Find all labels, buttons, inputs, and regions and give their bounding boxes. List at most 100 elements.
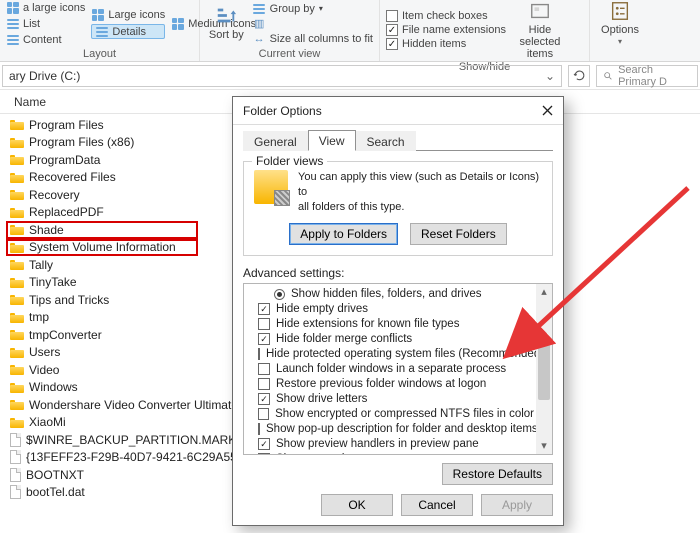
folder-views-text: You can apply this view (such as Details… [298,170,542,215]
advanced-setting-label: Launch folder windows in a separate proc… [276,363,506,375]
advanced-setting-label: Show hidden files, folders, and drives [291,288,482,300]
address-bar[interactable]: ary Drive (C:) ⌄ [2,65,562,87]
advanced-setting-label: Hide empty drives [276,303,368,315]
advanced-setting-item[interactable]: Show pop-up description for folder and d… [258,422,534,437]
advanced-settings-box: Show hidden files, folders, and drives✓H… [243,283,553,455]
layout-content[interactable]: Content [6,33,85,46]
folder-icon [10,242,24,253]
ribbon-group-layout-label: Layout [6,47,193,60]
advanced-setting-item[interactable]: Hide extensions for known file types [258,317,534,332]
dialog-footer: OK Cancel Apply [233,485,563,525]
options-icon [609,0,631,22]
dialog-title: Folder Options [243,104,322,118]
advanced-setting-item[interactable]: ✓ Hide folder merge conflicts [258,332,534,347]
sort-icon [215,5,237,27]
search-placeholder: Search Primary D [618,64,691,88]
apply-button[interactable]: Apply [481,494,553,516]
scroll-up-icon[interactable]: ▴ [536,284,552,300]
file-name: $WINRE_BACKUP_PARTITION.MARKER [26,433,253,447]
advanced-settings-label: Advanced settings: [243,266,553,280]
dialog-tabs: General View Search [243,129,553,151]
scrollbar[interactable]: ▴ ▾ [536,284,552,454]
checkbox-checked-icon: ✓ [386,38,398,50]
add-columns-button[interactable]: ▥ [253,17,373,30]
file-name: Users [29,345,60,359]
advanced-setting-label: Show status bar [276,453,358,455]
scroll-thumb[interactable] [538,344,550,400]
layout-extra-large-icons[interactable]: a large icons [6,1,85,14]
checkbox-icon [258,378,270,390]
advanced-setting-label: Show drive letters [276,393,367,405]
folder-icon [10,364,24,375]
chevron-down-icon[interactable]: ⌄ [545,69,555,83]
scroll-down-icon[interactable]: ▾ [536,438,552,454]
file-name: System Volume Information [29,240,176,254]
folder-views-icon [254,170,288,204]
advanced-setting-item[interactable]: ✓Show preview handlers in preview pane [258,437,534,452]
tab-search[interactable]: Search [356,131,416,151]
apply-to-folders-button[interactable]: Apply to Folders [289,223,398,245]
layout-list[interactable]: List [6,17,85,30]
advanced-setting-item[interactable]: ✓Hide empty drives [258,302,534,317]
hidden-items-toggle[interactable]: ✓Hidden items [386,38,506,50]
folder-icon [10,137,24,148]
folder-icon [10,277,24,288]
advanced-setting-item[interactable]: Show hidden files, folders, and drives [258,287,534,302]
options-button[interactable]: Options ▾ [596,0,644,47]
file-row[interactable]: Shade [6,221,198,239]
file-name-extensions-toggle[interactable]: ✓File name extensions [386,24,506,36]
folder-icon [10,154,24,165]
sort-by-button[interactable]: Sort by [206,5,247,41]
item-check-boxes-toggle[interactable]: Item check boxes [386,10,506,22]
ok-button[interactable]: OK [321,494,393,516]
tab-view[interactable]: View [308,130,356,151]
ribbon-group-currentview-label: Current view [206,47,373,60]
file-name: Program Files (x86) [29,135,134,149]
file-name: ProgramData [29,153,100,167]
address-path: ary Drive (C:) [9,69,80,83]
size-all-columns-button[interactable]: ↔Size all columns to fit [253,32,373,45]
restore-defaults-button[interactable]: Restore Defaults [442,463,553,485]
advanced-setting-item[interactable]: Show encrypted or compressed NTFS files … [258,407,534,422]
folder-icon [10,207,24,218]
advanced-setting-item[interactable]: Launch folder windows in a separate proc… [258,362,534,377]
folder-icon [10,382,24,393]
file-icon [10,450,21,464]
reset-folders-button[interactable]: Reset Folders [410,223,507,245]
advanced-setting-item[interactable]: Restore previous folder windows at logon [258,377,534,392]
checkbox-checked-icon: ✓ [258,333,270,345]
search-input[interactable]: Search Primary D [596,65,698,87]
layout-details[interactable]: Details [91,24,165,39]
file-name: tmpConverter [29,328,102,342]
advanced-setting-label: Hide folder merge conflicts [276,333,412,345]
file-name: Recovery [29,188,80,202]
advanced-setting-item[interactable]: Hide protected operating system files (R… [258,347,534,362]
folder-options-dialog: Folder Options General View Search Folde… [232,96,564,526]
advanced-setting-item[interactable]: ✓Show drive letters [258,392,534,407]
checkbox-checked-icon: ✓ [386,24,398,36]
checkbox-icon [258,348,260,360]
file-icon [10,485,21,499]
checkbox-icon [258,363,270,375]
refresh-button[interactable] [568,65,590,87]
cancel-button[interactable]: Cancel [401,494,473,516]
file-name: ReplacedPDF [29,205,104,219]
dialog-titlebar[interactable]: Folder Options [233,97,563,125]
close-button[interactable] [537,101,557,121]
ribbon: a large icons List Content Large icons D… [0,0,700,62]
layout-large-icons[interactable]: Large icons [91,8,165,21]
file-row[interactable]: System Volume Information [6,239,198,257]
checkbox-checked-icon: ✓ [258,453,270,455]
group-by-button[interactable]: Group by ▾ [253,2,373,15]
tab-general[interactable]: General [243,131,308,151]
checkbox-icon [386,10,398,22]
folder-views-group: Folder views You can apply this view (su… [243,161,553,256]
file-name: XiaoMi [29,415,66,429]
advanced-setting-item[interactable]: ✓ Show status bar [258,452,534,455]
file-name: BOOTNXT [26,468,84,482]
folder-icon [10,329,24,340]
folder-icon [10,189,24,200]
file-name: tmp [29,310,49,324]
hide-selected-button[interactable]: Hide selected items [512,0,568,60]
file-name: bootTel.dat [26,485,85,499]
